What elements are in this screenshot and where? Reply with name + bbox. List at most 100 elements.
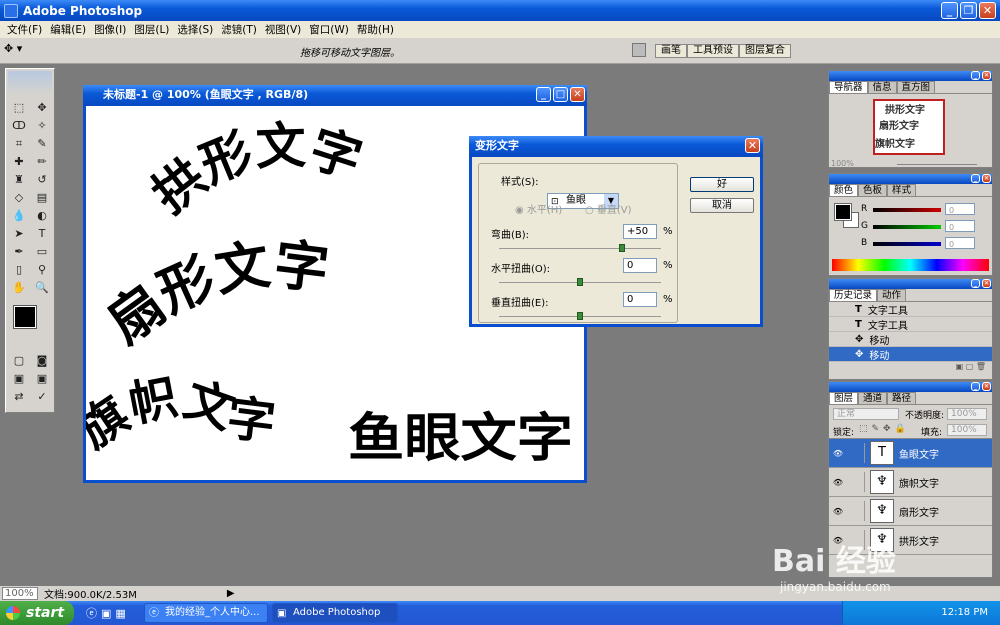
hdist-input[interactable]: 0 <box>623 258 657 273</box>
palette-well-icon[interactable] <box>632 43 646 57</box>
menu-edit[interactable]: 编辑(E) <box>46 22 90 37</box>
shape-tool-icon[interactable]: ▭ <box>31 243 53 260</box>
minimize-button[interactable]: _ <box>941 2 958 19</box>
layer-row[interactable]: 👁 ♆ 扇形文字 <box>829 497 992 526</box>
channel-r-input[interactable]: 0 <box>945 203 975 215</box>
well-tab-layer-comps[interactable]: 图层复合 <box>739 44 791 58</box>
navigator-zoom-slider[interactable] <box>897 164 977 165</box>
blur-tool-icon[interactable]: 💧 <box>8 207 30 224</box>
navigator-thumbnail[interactable]: 拱形文字 扇形文字 旗帜文字 <box>873 99 945 155</box>
blend-mode-select[interactable]: 正常 <box>833 408 899 420</box>
standard-mode-icon[interactable]: ▢ <box>8 352 30 369</box>
status-menu-arrow-icon[interactable]: ▶ <box>227 588 235 599</box>
channel-g-input[interactable]: 0 <box>945 220 975 232</box>
channel-b-input[interactable]: 0 <box>945 237 975 249</box>
gradient-tool-icon[interactable]: ▤ <box>31 189 53 206</box>
panel-minimize-icon[interactable]: _ <box>971 279 980 288</box>
horizontal-radio[interactable]: ◉ 水平(H) <box>515 201 562 216</box>
panel-minimize-icon[interactable]: _ <box>971 382 980 391</box>
panel-minimize-icon[interactable]: _ <box>971 71 980 80</box>
eraser-tool-icon[interactable]: ◇ <box>8 189 30 206</box>
foreground-color[interactable] <box>13 305 37 329</box>
brush-link-icon[interactable] <box>847 501 865 521</box>
ok-button[interactable]: 好 <box>690 177 754 192</box>
jump-to-imageready-icon[interactable]: ⇄ <box>8 388 30 405</box>
tab-histogram[interactable]: 直方图 <box>896 81 936 93</box>
menu-help[interactable]: 帮助(H) <box>353 22 398 37</box>
color-ramp[interactable] <box>832 259 989 271</box>
opacity-input[interactable]: 100% <box>947 408 987 420</box>
marquee-tool-icon[interactable]: ⬚ <box>8 99 30 116</box>
doc-close-button[interactable]: ✕ <box>570 87 585 102</box>
channel-b-slider[interactable] <box>873 242 941 246</box>
screen-mode-icon[interactable]: ▣ <box>8 370 30 387</box>
edit-imageready-icon[interactable]: ✓ <box>31 388 53 405</box>
vdist-input[interactable]: 0 <box>623 292 657 307</box>
layer-row-active[interactable]: 👁 T 鱼眼文字 <box>829 439 992 468</box>
tab-swatches[interactable]: 色板 <box>858 184 888 196</box>
history-item[interactable]: T 文字工具 <box>829 302 992 317</box>
task-photoshop[interactable]: ▣ Adobe Photoshop <box>272 603 398 623</box>
fullscreen-mode-icon[interactable]: ▣ <box>31 370 53 387</box>
slice-tool-icon[interactable]: ✎ <box>31 135 53 152</box>
navigator-zoom[interactable]: 100% <box>831 159 854 168</box>
brush-link-icon[interactable] <box>847 472 865 492</box>
crop-tool-icon[interactable]: ⌗ <box>8 135 30 152</box>
well-tab-brushes[interactable]: 画笔 <box>655 44 687 58</box>
restore-button[interactable]: ❐ <box>960 2 977 19</box>
dialog-close-button[interactable]: ✕ <box>745 138 760 153</box>
doc-minimize-button[interactable]: _ <box>536 87 551 102</box>
menu-window[interactable]: 窗口(W) <box>305 22 353 37</box>
tab-history[interactable]: 历史记录 <box>829 289 878 301</box>
panel-close-icon[interactable]: ✕ <box>982 279 991 288</box>
start-button[interactable]: start <box>0 601 74 625</box>
hand-tool-icon[interactable]: ✋ <box>8 279 30 296</box>
brush-tool-icon[interactable]: ✏ <box>31 153 53 170</box>
vdist-slider[interactable] <box>499 312 661 320</box>
history-brush-icon[interactable]: ↺ <box>31 171 53 188</box>
fill-input[interactable]: 100% <box>947 424 987 436</box>
vdist-slider-thumb[interactable] <box>577 312 583 320</box>
tab-styles[interactable]: 样式 <box>887 184 917 196</box>
eye-icon[interactable]: 👁 <box>829 449 847 458</box>
menu-select[interactable]: 选择(S) <box>173 22 217 37</box>
hdist-slider[interactable] <box>499 278 661 286</box>
bend-input[interactable]: +50 <box>623 224 657 239</box>
vertical-radio[interactable]: ○ 垂直(V) <box>585 201 632 216</box>
menu-file[interactable]: 文件(F) <box>3 22 46 37</box>
lasso-tool-icon[interactable]: ↀ <box>8 117 30 134</box>
quick-launch-icons[interactable]: ⓔ▣▦ <box>86 605 130 621</box>
menu-filter[interactable]: 滤镜(T) <box>217 22 261 37</box>
channel-g-slider[interactable] <box>873 225 941 229</box>
menu-layer[interactable]: 图层(L) <box>130 22 173 37</box>
close-button[interactable]: ✕ <box>979 2 996 19</box>
tab-paths[interactable]: 路径 <box>887 392 917 404</box>
bend-slider[interactable] <box>499 244 661 252</box>
history-item[interactable]: ✥ 移动 <box>829 332 992 347</box>
eyedropper-icon[interactable]: ⚲ <box>31 261 53 278</box>
feather-icon[interactable] <box>8 71 52 95</box>
panel-minimize-icon[interactable]: _ <box>971 174 980 183</box>
lock-icons[interactable]: ⬚✎✥🔒 <box>859 424 910 434</box>
menu-image[interactable]: 图像(I) <box>90 22 130 37</box>
panel-close-icon[interactable]: ✕ <box>982 71 991 80</box>
pen-tool-icon[interactable]: ✒ <box>8 243 30 260</box>
move-tool-icon[interactable]: ✥ <box>31 99 53 116</box>
history-item-active[interactable]: ✥ 移动 <box>829 347 992 362</box>
tab-navigator[interactable]: 导航器 <box>829 81 868 93</box>
layer-row[interactable]: 👁 ♆ 旗帜文字 <box>829 468 992 497</box>
doc-maximize-button[interactable]: □ <box>553 87 568 102</box>
dodge-tool-icon[interactable]: ◐ <box>31 207 53 224</box>
hdist-slider-thumb[interactable] <box>577 278 583 286</box>
notes-tool-icon[interactable]: ▯ <box>8 261 30 278</box>
bend-slider-thumb[interactable] <box>619 244 625 252</box>
eye-icon[interactable]: 👁 <box>829 507 847 516</box>
tab-info[interactable]: 信息 <box>867 81 897 93</box>
well-tab-tool-presets[interactable]: 工具预设 <box>687 44 739 58</box>
healing-brush-icon[interactable]: ✚ <box>8 153 30 170</box>
magic-wand-icon[interactable]: ✧ <box>31 117 53 134</box>
clone-stamp-icon[interactable]: ♜ <box>8 171 30 188</box>
eye-icon[interactable]: 👁 <box>829 478 847 487</box>
tab-channels[interactable]: 通道 <box>858 392 888 404</box>
brush-link-icon[interactable] <box>847 443 865 463</box>
